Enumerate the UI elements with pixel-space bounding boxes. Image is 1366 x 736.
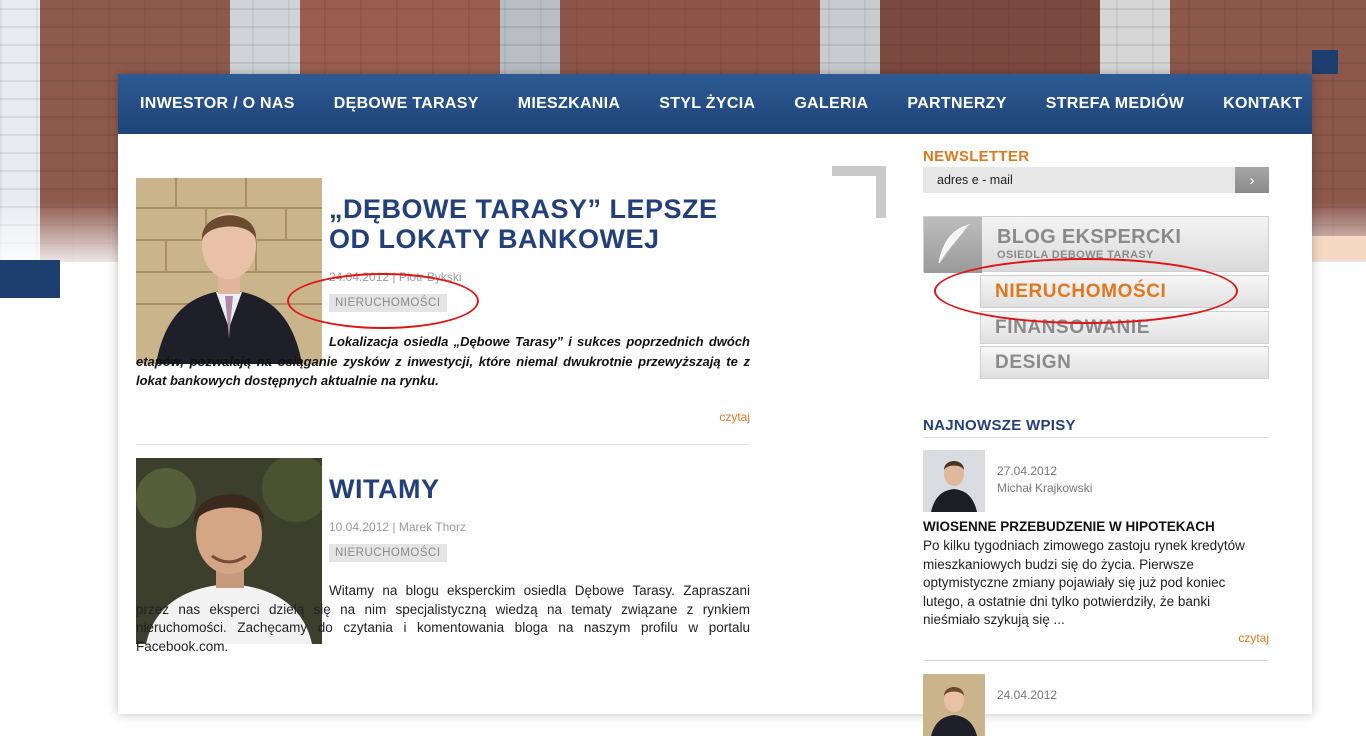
latest-post-date: 27.04.2012 [997,464,1058,478]
newsletter-heading: NEWSLETTER [923,148,1030,165]
arrow-right-icon: › [1249,171,1255,189]
post-tag[interactable]: NIERUCHOMOŚCI [329,544,447,562]
post-title[interactable]: WITAMY [329,474,439,504]
latest-post-excerpt: Po kilku tygodniach zimowego zastoju ryn… [923,538,1245,627]
background-blue-block [0,260,60,298]
feather-pen-icon [924,217,982,273]
newsletter-submit-button[interactable]: › [1235,167,1269,193]
latest-post-date: 24.04.2012 [997,688,1058,702]
post-title[interactable]: OD LOKATY BANKOWEJ [329,224,660,254]
post-meta: 10.04.2012 | Marek Thorz [329,520,466,534]
decorative-corner [832,166,886,218]
page-container: INWESTOR / O NAS DĘBOWE TARASY MIESZKANI… [118,74,1312,736]
latest-posts-heading: NAJNOWSZE WPISY [923,417,1076,434]
nav-item-strefa-mediow[interactable]: STREFA MEDIÓW [1046,95,1184,113]
blog-post: WITAMY 10.04.2012 | Marek Thorz NIERUCHO… [136,458,750,688]
background-blue-block [1312,50,1338,74]
divider [923,660,1269,661]
annotation-circle [287,273,479,329]
divider [136,444,750,445]
nav-item-partnerzy[interactable]: PARTNERZY [907,95,1006,113]
nav-item-mieszkania[interactable]: MIESZKANIA [518,95,621,113]
nav-item-kontakt[interactable]: KONTAKT [1223,95,1302,113]
latest-post-thumbnail[interactable] [923,450,985,512]
latest-post-thumbnail[interactable] [923,674,985,736]
nav-item-inwestor[interactable]: INWESTOR / O NAS [140,95,295,113]
post-excerpt: Witamy na blogu eksperckim osiedla Dębow… [136,583,750,654]
post-title[interactable]: „DĘBOWE TARASY” LEPSZE [329,194,718,224]
latest-post-title[interactable]: WIOSENNE PRZEBUDZENIE W HIPOTEKACH [923,519,1215,534]
post-excerpt: Lokalizacja osiedla „Dębowe Tarasy” i su… [136,334,750,388]
background-peach-block [1312,236,1366,260]
newsletter-email-input[interactable] [923,167,1235,193]
main-nav: INWESTOR / O NAS DĘBOWE TARASY MIESZKANI… [118,74,1312,134]
read-more-link[interactable]: czytaj [719,410,750,424]
divider [923,437,1269,438]
nav-item-styl-zycia[interactable]: STYL ŻYCIA [659,95,755,113]
annotation-circle [934,258,1238,324]
blog-title: BLOG EKSPERCKI [997,226,1182,248]
category-design[interactable]: DESIGN [980,346,1269,379]
latest-post-author: Michał Krajkowski [997,481,1093,495]
nav-item-galeria[interactable]: GALERIA [794,95,868,113]
read-more-link[interactable]: czytaj [1238,631,1269,645]
nav-item-debowe-tarasy[interactable]: DĘBOWE TARASY [334,95,479,113]
